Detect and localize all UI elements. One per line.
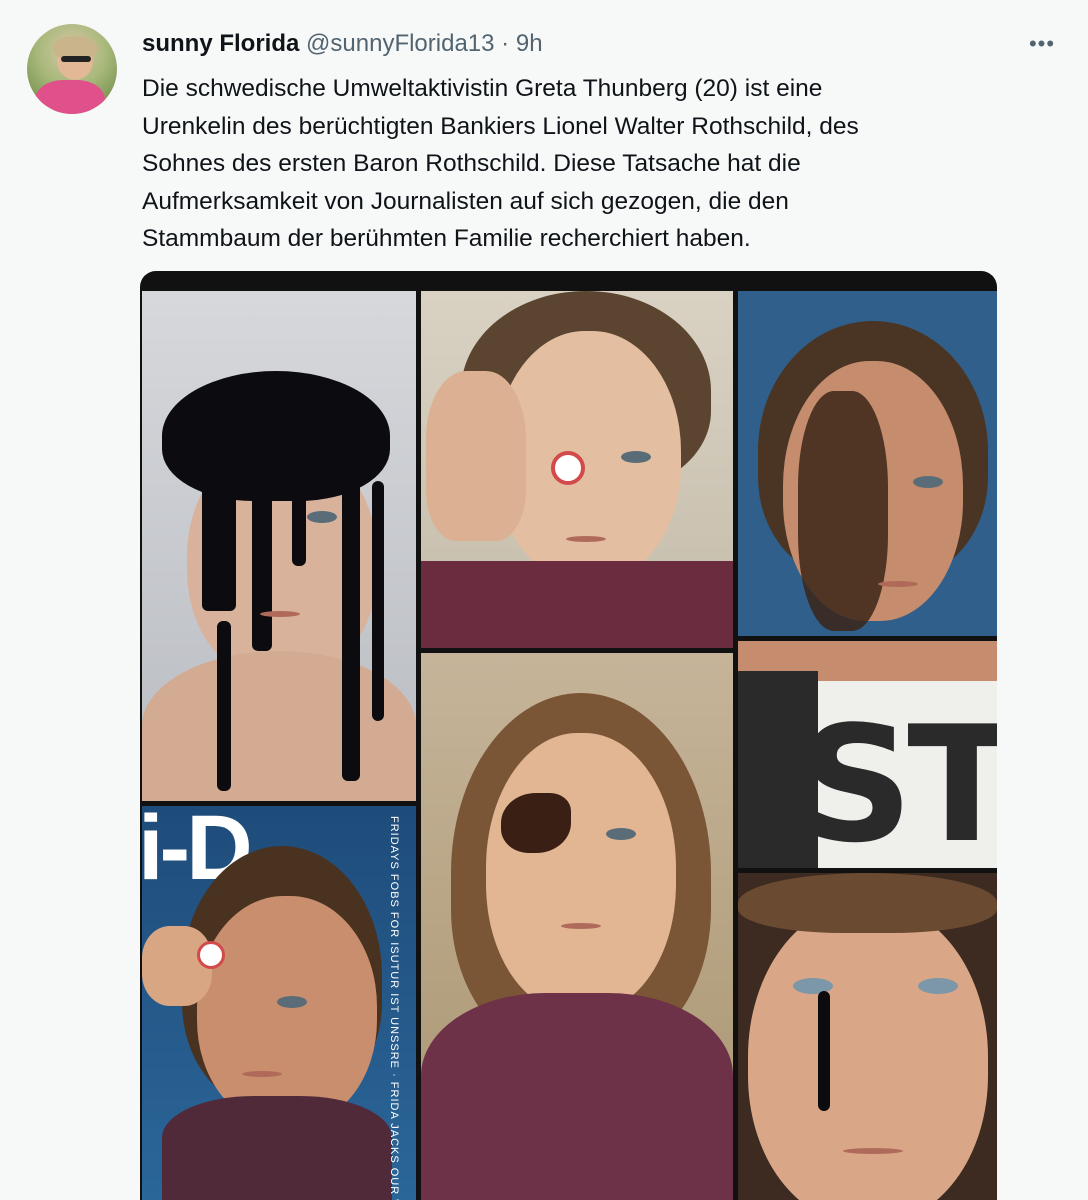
avatar[interactable]	[27, 24, 117, 114]
photo-black-tear[interactable]	[738, 873, 997, 1200]
display-name[interactable]: sunny Florida	[142, 30, 299, 57]
user-handle[interactable]: @sunnyFlorida13	[306, 30, 494, 57]
photo-oil-portrait[interactable]	[142, 291, 416, 801]
photo-hand-shadow[interactable]	[738, 291, 997, 636]
tweet-media-collage[interactable]: ST i-D FRIDAYS FOBS FOR ISUTUR IST UNSSR…	[140, 271, 997, 1200]
timestamp[interactable]: 9h	[516, 30, 543, 57]
tweet-text: Die schwedische Umweltaktivistin Greta T…	[142, 70, 1032, 258]
tweet[interactable]: sunny Florida @sunnyFlorida13 · 9h ••• D…	[0, 0, 1088, 1200]
more-horizontal-icon[interactable]: •••	[1024, 26, 1060, 62]
cover-vertical-text: FRIDAYS FOBS FOR ISUTUR IST UNSSRE · FRI…	[388, 816, 400, 1200]
separator: ·	[501, 30, 510, 57]
tweet-text-line: Aufmerksamkeit von Journalisten auf sich…	[142, 187, 789, 215]
tweet-text-line: Sohnes des ersten Baron Rothschild. Dies…	[142, 150, 801, 177]
photo-protest-sign[interactable]: ST	[738, 641, 997, 868]
photo-magazine-cover[interactable]: i-D FRIDAYS FOBS FOR ISUTUR IST UNSSRE ·…	[142, 806, 416, 1200]
photo-hand-sign[interactable]	[421, 291, 733, 648]
sign-text: ST	[798, 691, 997, 868]
tweet-header: sunny Florida @sunnyFlorida13 · 9h	[142, 30, 543, 58]
tweet-text-line: Urenkelin des berüchtigten Bankiers Lion…	[142, 112, 859, 140]
tweet-text-line: Die schwedische Umweltaktivistin Greta T…	[142, 75, 823, 102]
tweet-text-line: Stammbaum der berühmten Familie recherch…	[142, 225, 751, 252]
photo-leaf-shadow[interactable]	[421, 653, 733, 1200]
